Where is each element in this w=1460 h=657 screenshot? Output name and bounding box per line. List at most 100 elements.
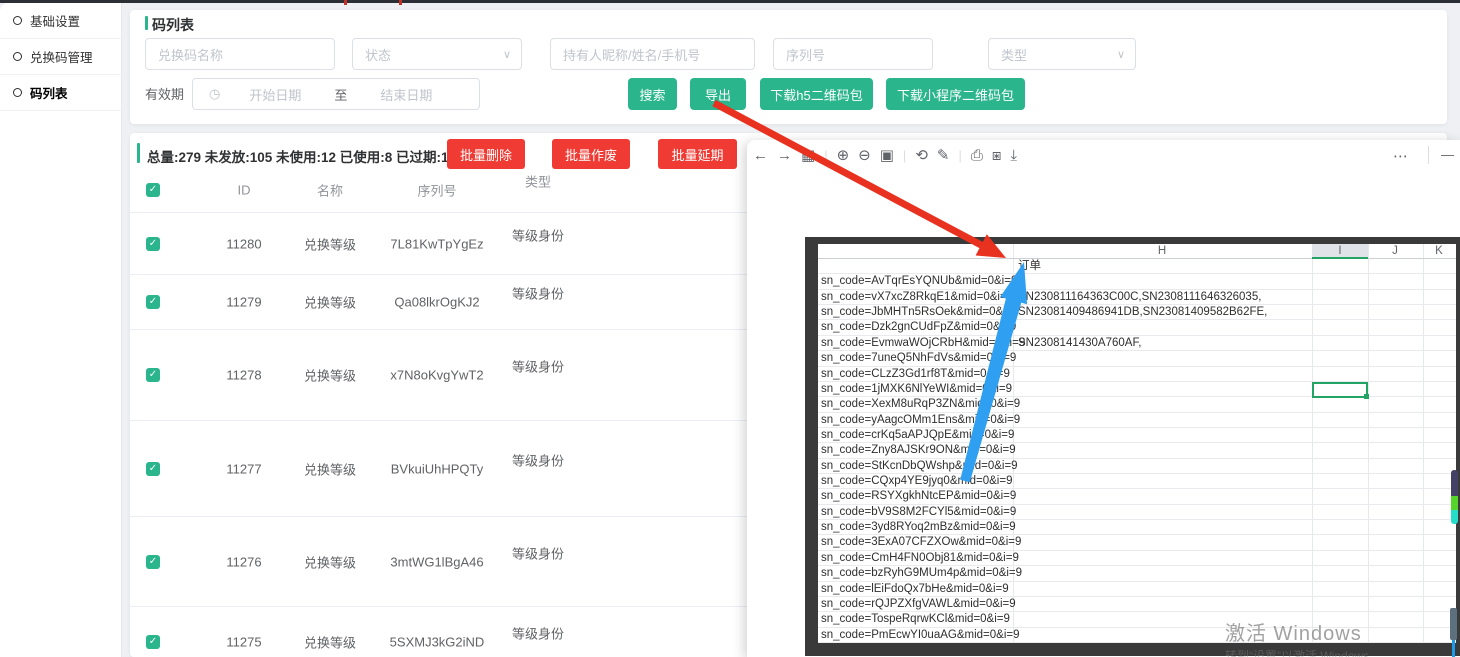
cell-type: 等级身份 bbox=[512, 450, 564, 469]
print-icon[interactable]: ⎙ bbox=[971, 144, 983, 168]
download-miniprogram-qrcode-button[interactable]: 下载小程序二维码包 bbox=[886, 78, 1025, 110]
divider[interactable]: | bbox=[958, 144, 961, 168]
code-name-placeholder: 兑换码名称 bbox=[158, 45, 223, 64]
sn-code-cell: sn_code=CLzZ3Gd1rf8T&mid=0&i=9 bbox=[821, 368, 1010, 381]
sn-code-cell: sn_code=Dzk2gnCUdFpZ&mid=0&i=9 bbox=[821, 321, 1016, 334]
order-cell: SN230811164363C00C,SN2308111646326035, bbox=[1018, 291, 1261, 304]
red-tick-mark bbox=[344, 0, 347, 5]
title-accent-bar bbox=[145, 16, 148, 30]
export-button[interactable]: 导出 bbox=[690, 78, 746, 110]
sheet-rows: 订单 sn_code=AvTqrEsYQNUb&mid=0&i=9 sn_cod… bbox=[818, 259, 1456, 643]
type-select[interactable]: 类型 ∨ bbox=[988, 38, 1136, 70]
sidebar-item-label: 兑换码管理 bbox=[30, 47, 93, 66]
scrollbar-thumb[interactable] bbox=[1450, 608, 1457, 640]
sn-code-cell: sn_code=TospeRqrwKCl&mid=0&i=9 bbox=[821, 613, 1010, 626]
file-preview-window: ← → ▦ | ⊕ ⊖ ▣ | ⟲ ✎ | ⎙ ⧆ ⤓ ⋯ — H I J K 订单 bbox=[747, 140, 1460, 657]
cell-name: 兑换等级 bbox=[304, 293, 356, 312]
column-letter-i: I bbox=[1338, 244, 1341, 259]
batch-extend-button[interactable]: 批量延期 bbox=[658, 139, 737, 169]
edit-icon[interactable]: ✎ bbox=[937, 144, 950, 168]
selected-cell[interactable] bbox=[1312, 382, 1368, 398]
date-range-picker[interactable]: ◷ 开始日期 至 结束日期 bbox=[192, 78, 480, 110]
start-date-placeholder[interactable]: 开始日期 bbox=[230, 85, 320, 104]
sheet-row: 订单 bbox=[818, 259, 1456, 274]
sheet-row: sn_code=rQJPZXfgVAWL&mid=0&i=9 bbox=[818, 597, 1456, 612]
activate-windows-watermark: 激活 Windows bbox=[1225, 617, 1362, 646]
thumbnail-grid-icon[interactable]: ▦ bbox=[801, 144, 815, 168]
order-cell: SN2308141430A760AF, bbox=[1018, 337, 1141, 350]
sidebar: 基础设置 兑换码管理 码列表 bbox=[0, 3, 122, 657]
sidebar-item-code-list[interactable]: 码列表 bbox=[0, 75, 121, 111]
back-icon[interactable]: ← bbox=[753, 144, 768, 168]
excel-sheet[interactable]: H I J K 订单 sn_code=AvTqrEsYQNUb&mid=0&i=… bbox=[818, 244, 1456, 643]
batch-void-button[interactable]: 批量作废 bbox=[552, 139, 630, 169]
sidebar-item-basic-settings[interactable]: 基础设置 bbox=[0, 3, 121, 39]
row-checkbox[interactable]: ✓ bbox=[146, 555, 160, 569]
sn-code-cell: sn_code=RSYXgkhNtcEP&mid=0&i=9 bbox=[821, 490, 1016, 503]
sheet-row: sn_code=bzRyhG9MUm4p&mid=0&i=9 bbox=[818, 566, 1456, 581]
row-checkbox[interactable]: ✓ bbox=[146, 462, 160, 476]
cell-name: 兑换等级 bbox=[304, 234, 356, 253]
batch-delete-button[interactable]: 批量删除 bbox=[447, 139, 525, 169]
status-select[interactable]: 状态 ∨ bbox=[352, 38, 522, 70]
column-header-type: 类型 bbox=[525, 172, 551, 191]
cell-type: 等级身份 bbox=[512, 225, 564, 244]
red-tick-mark bbox=[399, 0, 402, 5]
color-indicator-bar[interactable] bbox=[1451, 470, 1458, 524]
summary-stats: 总量:279 未发放:105 未使用:12 已使用:8 已过期:154 bbox=[147, 146, 464, 166]
sheet-row: sn_code=Zny8AJSKr9ON&mid=0&i=9 bbox=[818, 443, 1456, 458]
select-all-checkbox[interactable]: ✓ bbox=[146, 183, 160, 197]
top-edge-strip bbox=[0, 0, 1460, 3]
sn-code-cell: sn_code=vX7xcZ8RkqE1&mid=0&i=9 bbox=[821, 291, 1013, 304]
more-options-icon[interactable]: ⋯ bbox=[1393, 147, 1408, 165]
zoom-in-icon[interactable]: ⊕ bbox=[837, 144, 850, 168]
divider[interactable]: | bbox=[824, 144, 827, 168]
activate-windows-subtext: 转到“设置”以激活 Windows。 bbox=[1225, 647, 1381, 657]
sheet-row: sn_code=7uneQ5NhFdVs&mid=0&i=9 bbox=[818, 351, 1456, 366]
download-h5-qrcode-button[interactable]: 下载h5二维码包 bbox=[760, 78, 873, 110]
extract-icon[interactable]: ⧆ bbox=[992, 144, 1002, 168]
forward-icon[interactable]: → bbox=[777, 144, 792, 168]
divider[interactable]: | bbox=[903, 144, 906, 168]
column-header-name: 名称 bbox=[317, 181, 343, 200]
minimize-icon[interactable]: — bbox=[1441, 147, 1454, 162]
column-letter-h: H bbox=[1158, 244, 1166, 259]
row-checkbox[interactable]: ✓ bbox=[146, 237, 160, 251]
column-letters-row: H I J K bbox=[818, 244, 1456, 259]
sidebar-item-code-management[interactable]: 兑换码管理 bbox=[0, 39, 121, 75]
serial-placeholder: 序列号 bbox=[786, 45, 825, 64]
holder-input[interactable]: 持有人昵称/姓名/手机号 bbox=[550, 38, 755, 70]
row-checkbox[interactable]: ✓ bbox=[146, 635, 160, 649]
sheet-row: sn_code=crKq5aAPJQpE&mid=0&i=9 bbox=[818, 428, 1456, 443]
sn-code-cell: sn_code=lEiFdoQx7bHe&mid=0&i=9 bbox=[821, 583, 1009, 596]
blue-scroll-indicator bbox=[1452, 640, 1455, 657]
cell-serial: BVkuiUhHPQTy bbox=[391, 461, 483, 476]
sidebar-item-label: 基础设置 bbox=[30, 11, 80, 30]
rotate-icon[interactable]: ⟲ bbox=[915, 144, 928, 168]
toolbar-divider bbox=[1428, 146, 1429, 164]
sn-code-cell: sn_code=rQJPZXfgVAWL&mid=0&i=9 bbox=[821, 598, 1016, 611]
sheet-row: sn_code=Dzk2gnCUdFpZ&mid=0&i=9 bbox=[818, 320, 1456, 335]
sheet-row: sn_code=CmH4FN0Obj81&mid=0&i=9 bbox=[818, 551, 1456, 566]
code-name-input[interactable]: 兑换码名称 bbox=[145, 38, 335, 70]
search-button[interactable]: 搜索 bbox=[628, 78, 677, 110]
chevron-down-icon: ∨ bbox=[1117, 48, 1125, 61]
serial-input[interactable]: 序列号 bbox=[773, 38, 933, 70]
circle-icon bbox=[13, 16, 22, 25]
column-header-id: ID bbox=[238, 183, 251, 198]
cell-type: 等级身份 bbox=[512, 543, 564, 562]
sheet-row: sn_code=lEiFdoQx7bHe&mid=0&i=9 bbox=[818, 582, 1456, 597]
row-checkbox[interactable]: ✓ bbox=[146, 368, 160, 382]
sn-code-cell: sn_code=1jMXK6NlYeWI&mid=0&i=9 bbox=[821, 383, 1012, 396]
fit-page-icon[interactable]: ▣ bbox=[880, 144, 894, 168]
end-date-placeholder[interactable]: 结束日期 bbox=[361, 85, 451, 104]
image-frame-left bbox=[805, 244, 818, 656]
row-checkbox[interactable]: ✓ bbox=[146, 295, 160, 309]
sheet-row: sn_code=3yd8RYoq2mBz&mid=0&i=9 bbox=[818, 520, 1456, 535]
zoom-out-icon[interactable]: ⊖ bbox=[858, 144, 871, 168]
download-icon[interactable]: ⤓ bbox=[1010, 144, 1017, 168]
fill-handle[interactable] bbox=[1364, 394, 1369, 399]
clock-icon: ◷ bbox=[209, 86, 220, 102]
cell-id: 11277 bbox=[226, 461, 261, 476]
cell-serial: 5SXMJ3kG2iND bbox=[390, 634, 485, 649]
